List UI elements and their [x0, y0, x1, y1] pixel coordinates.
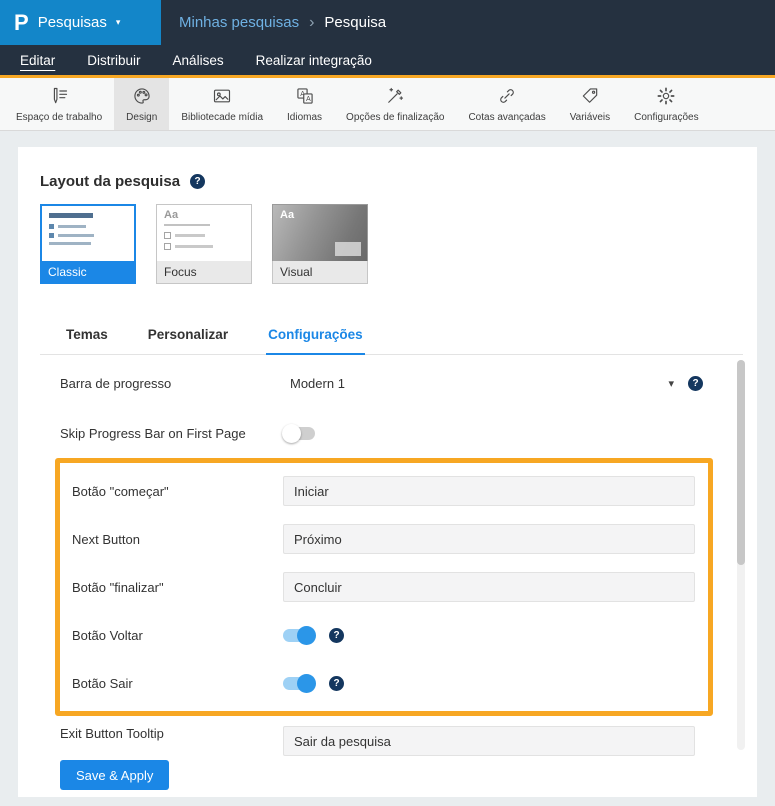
classic-thumbnail [40, 204, 136, 261]
magic-wand-icon [385, 86, 405, 109]
toolbar-item-variables[interactable]: Variáveis [558, 78, 622, 130]
setting-row-exit-tooltip: Exit Button Tooltip [40, 718, 745, 756]
toolbar-item-label: Configurações [634, 111, 699, 123]
save-apply-button[interactable]: Save & Apply [60, 760, 170, 790]
workspace-pencil-icon [49, 86, 69, 109]
topbar: P Pesquisas ▾ Minhas pesquisas › Pesquis… [0, 0, 775, 45]
main-nav: Editar Distribuir Análises Realizar inte… [0, 45, 775, 78]
design-card: Layout da pesquisa ? Classic Aa Focus Aa… [18, 147, 757, 797]
visual-thumbnail: Aa [272, 204, 368, 261]
setting-label: Exit Button Tooltip [60, 726, 164, 741]
product-menu-label: Pesquisas [37, 14, 107, 31]
breadcrumb-current: Pesquisa [324, 14, 387, 31]
help-icon[interactable]: ? [190, 174, 206, 189]
skip-progress-toggle[interactable] [282, 423, 315, 443]
setting-row-exit-button: Botão Sair ? [60, 659, 708, 707]
nav-tab-distribuir[interactable]: Distribuir [87, 53, 140, 68]
scrollbar-thumb[interactable] [737, 360, 745, 565]
layout-option-label: Focus [156, 261, 252, 284]
next-button-input[interactable] [283, 524, 695, 554]
edit-toolbar: Espaço de trabalho Design Bibliotecade m… [0, 78, 775, 131]
toolbar-item-workspace[interactable]: Espaço de trabalho [4, 78, 114, 130]
back-button-toggle[interactable] [283, 625, 316, 645]
layout-option-label: Visual [272, 261, 368, 284]
toolbar-item-label: Espaço de trabalho [16, 111, 103, 123]
exit-tooltip-input[interactable] [283, 726, 695, 756]
scrollbar-track[interactable] [737, 360, 745, 750]
setting-row-finish-button: Botão "finalizar" [60, 563, 708, 611]
translate-icon: AA [295, 86, 315, 109]
setting-label: Botão Voltar [72, 627, 143, 643]
tab-personalizar[interactable]: Personalizar [146, 319, 230, 354]
product-switcher[interactable]: P Pesquisas ▾ [0, 0, 161, 45]
help-icon[interactable]: ? [329, 627, 344, 643]
chevron-down-icon[interactable]: ▾ [668, 377, 674, 390]
layout-option-label: Classic [40, 261, 136, 284]
tab-configuracoes[interactable]: Configurações [266, 319, 365, 355]
content-area: Layout da pesquisa ? Classic Aa Focus Aa… [0, 131, 775, 806]
layout-option-visual[interactable]: Aa Visual [272, 204, 368, 284]
toolbar-item-design[interactable]: Design [114, 78, 170, 130]
setting-label: Botão Sair [72, 675, 133, 691]
media-image-icon [212, 86, 232, 109]
svg-text:A: A [306, 95, 311, 103]
thumb-aa-text: Aa [280, 209, 295, 221]
setting-row-progress-bar: Barra de progresso Modern 1 ▾ ? [40, 358, 745, 408]
toolbar-item-advanced-quotas[interactable]: Cotas avançadas [456, 78, 557, 130]
nav-tab-integracao[interactable]: Realizar integração [256, 53, 372, 68]
toolbar-item-label: Design [126, 111, 158, 123]
toolbar-item-label: Bibliotecade mídia [181, 111, 264, 123]
setting-row-skip-progress: Skip Progress Bar on First Page [40, 408, 745, 458]
app-window: P Pesquisas ▾ Minhas pesquisas › Pesquis… [0, 0, 775, 806]
setting-label: Next Button [72, 531, 140, 547]
breadcrumb-parent-link[interactable]: Minhas pesquisas [179, 14, 299, 31]
questionpro-logo: P [14, 9, 29, 35]
design-tabs: Temas Personalizar Configurações [40, 319, 743, 355]
exit-button-toggle[interactable] [283, 673, 316, 693]
toolbar-item-label: Cotas avançadas [468, 111, 546, 123]
toolbar-item-label: Variáveis [569, 111, 611, 123]
breadcrumb-separator-icon: › [309, 13, 315, 31]
breadcrumb: Minhas pesquisas › Pesquisa [161, 0, 775, 45]
start-button-input[interactable] [283, 476, 695, 506]
nav-tab-analises[interactable]: Análises [173, 53, 224, 68]
layout-option-focus[interactable]: Aa Focus [156, 204, 252, 284]
thumb-aa-text: Aa [164, 209, 179, 221]
toolbar-item-settings[interactable]: Configurações [622, 78, 710, 130]
toolbar-item-media-library[interactable]: Bibliotecade mídia [169, 78, 275, 130]
toolbar-item-languages[interactable]: AA Idiomas [275, 78, 334, 130]
finish-button-input[interactable] [283, 572, 695, 602]
palette-icon [132, 86, 152, 109]
setting-label: Botão "finalizar" [72, 579, 164, 595]
toolbar-item-finish-options[interactable]: Opções de finalização [334, 78, 456, 130]
settings-panel: Barra de progresso Modern 1 ▾ ? Skip Pro… [40, 352, 745, 756]
nav-tab-editar[interactable]: Editar [20, 53, 55, 68]
layout-option-classic[interactable]: Classic [40, 204, 136, 284]
highlight-box: Botão "começar" Next Button Botão "final… [55, 458, 713, 716]
setting-row-next-button: Next Button [60, 515, 708, 563]
chevron-down-icon: ▾ [115, 17, 121, 27]
setting-label: Barra de progresso [60, 375, 172, 391]
chain-links-icon [497, 86, 517, 109]
toolbar-item-label: Idiomas [287, 111, 323, 123]
gear-icon [656, 86, 676, 109]
layout-options: Classic Aa Focus Aa Visual [40, 204, 368, 284]
tab-temas[interactable]: Temas [64, 319, 110, 354]
setting-row-back-button: Botão Voltar ? [60, 611, 708, 659]
tag-icon [580, 86, 600, 109]
setting-label: Botão "começar" [72, 483, 169, 499]
toolbar-item-label: Opções de finalização [346, 111, 445, 123]
help-icon[interactable]: ? [329, 675, 344, 691]
progress-bar-select-value[interactable]: Modern 1 [290, 376, 345, 391]
setting-label: Skip Progress Bar on First Page [60, 425, 246, 441]
page-title: Layout da pesquisa [40, 173, 181, 190]
section-head: Layout da pesquisa ? [40, 173, 206, 190]
setting-row-start-button: Botão "começar" [60, 467, 708, 515]
help-icon[interactable]: ? [688, 375, 703, 391]
focus-thumbnail: Aa [156, 204, 252, 261]
